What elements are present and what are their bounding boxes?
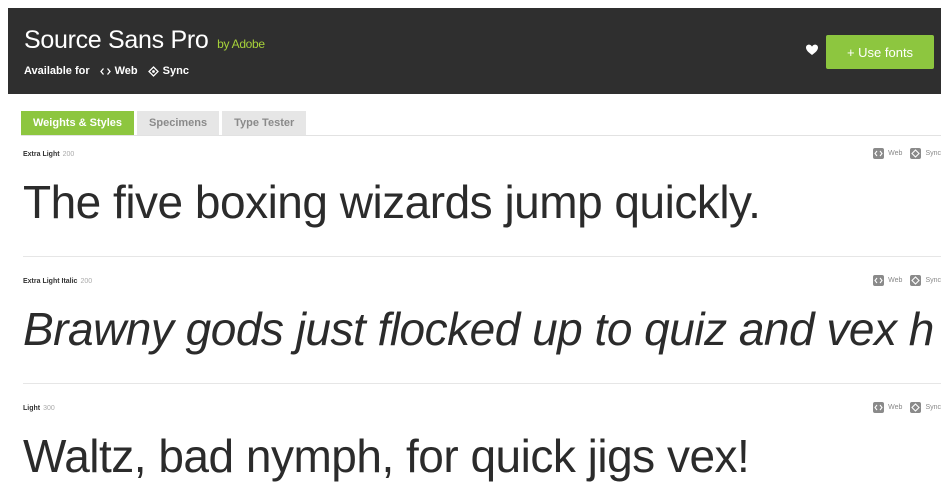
use-fonts-button[interactable]: + Use fonts: [826, 35, 934, 69]
specimen-sample: Brawny gods just flocked up to quiz and …: [23, 303, 934, 355]
code-icon: [873, 275, 885, 286]
row-platforms: Web Sync: [865, 402, 941, 413]
row-web-option[interactable]: Web: [873, 402, 902, 413]
foundry-link[interactable]: Adobe: [232, 37, 266, 51]
font-header: Source Sans Pro by Adobe Available for W…: [8, 8, 941, 94]
specimen-row: Extra Light 200 Web Sync The five boxing …: [23, 148, 941, 261]
style-weight: 200: [62, 151, 75, 158]
sync-icon: [910, 402, 922, 413]
row-sync-option[interactable]: Sync: [910, 148, 941, 159]
row-sync-option[interactable]: Sync: [910, 275, 941, 286]
platform-web: Web: [99, 65, 138, 77]
style-name: Extra Light: [23, 151, 60, 158]
font-title: Source Sans Pro by Adobe: [24, 26, 265, 55]
row-sync-option[interactable]: Sync: [910, 402, 941, 413]
row-platforms: Web Sync: [865, 275, 941, 286]
code-icon: [873, 148, 885, 159]
style-name: Extra Light Italic: [23, 278, 78, 285]
row-sync-label: Sync: [925, 404, 941, 411]
specimen-sample: Waltz, bad nymph, for quick jigs vex!: [23, 430, 750, 482]
tab-type-tester[interactable]: Type Tester: [222, 111, 307, 135]
style-weight: 300: [43, 405, 55, 412]
platform-sync: Sync: [147, 65, 189, 77]
tab-bar: Weights & Styles Specimens Type Tester: [21, 111, 309, 135]
row-web-label: Web: [888, 277, 903, 284]
font-page: Source Sans Pro by Adobe Available for W…: [8, 8, 941, 491]
row-sync-label: Sync: [925, 150, 941, 157]
code-icon: [873, 402, 885, 413]
tab-weights-styles[interactable]: Weights & Styles: [21, 111, 135, 135]
row-web-option[interactable]: Web: [873, 148, 902, 159]
available-label: Available for: [24, 65, 90, 77]
style-label: Extra Light Italic 200: [23, 278, 92, 285]
platform-sync-label: Sync: [162, 65, 189, 77]
row-platforms: Web Sync: [865, 148, 941, 159]
row-web-option[interactable]: Web: [873, 275, 902, 286]
font-name: Source Sans Pro: [24, 26, 209, 54]
style-label: Light 300: [23, 405, 55, 412]
row-divider: [23, 256, 941, 257]
foundry-credit: by Adobe: [217, 37, 265, 51]
row-sync-label: Sync: [925, 277, 941, 284]
row-web-label: Web: [888, 150, 903, 157]
sync-icon: [910, 148, 922, 159]
specimen-row: Light 300 Web Sync Waltz, bad nymph, for …: [23, 402, 941, 491]
heart-icon[interactable]: [805, 43, 819, 57]
sync-icon: [910, 275, 922, 286]
code-icon: [99, 67, 111, 75]
platform-web-label: Web: [114, 65, 138, 77]
row-divider: [23, 383, 941, 384]
sync-icon: [147, 65, 159, 77]
specimen-sample: The five boxing wizards jump quickly.: [23, 176, 761, 228]
tab-specimens[interactable]: Specimens: [137, 111, 220, 135]
tabs-divider: [21, 135, 941, 136]
style-name: Light: [23, 405, 41, 412]
availability: Available for Web Sync: [24, 65, 189, 77]
by-word: by: [217, 37, 230, 51]
style-weight: 200: [80, 278, 93, 285]
row-web-label: Web: [888, 404, 903, 411]
style-label: Extra Light 200: [23, 151, 74, 158]
specimen-row: Extra Light Italic 200 Web Sync Brawny go…: [23, 275, 941, 388]
